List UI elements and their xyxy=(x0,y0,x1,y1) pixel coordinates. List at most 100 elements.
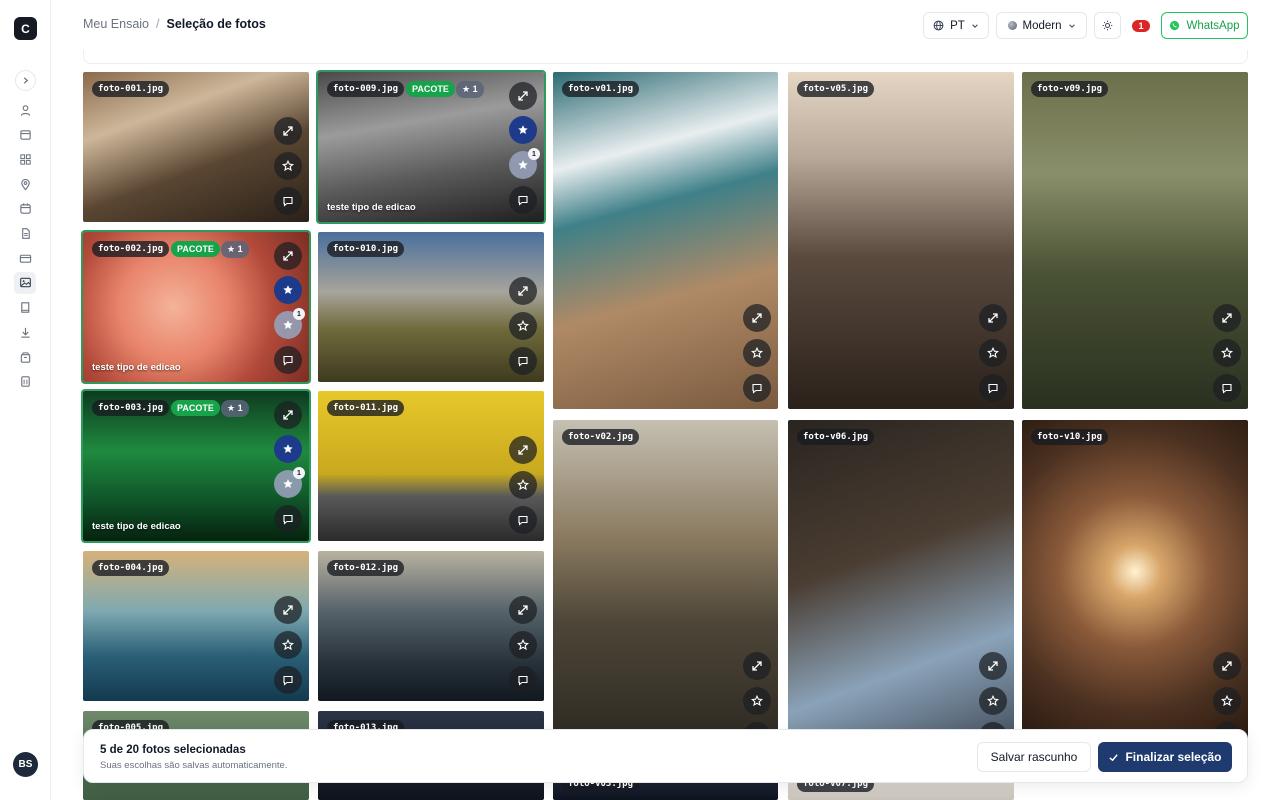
expand-button[interactable] xyxy=(274,117,302,145)
sidebar-item-calendar[interactable] xyxy=(14,124,36,146)
extra-star-button[interactable]: 1 xyxy=(274,308,305,339)
favorite-button[interactable] xyxy=(509,631,537,659)
expand-button[interactable] xyxy=(979,304,1007,332)
theme-dot-icon xyxy=(1007,21,1017,30)
extra-star-count: 1 xyxy=(528,148,540,160)
globe-icon xyxy=(933,20,944,31)
expand-button[interactable] xyxy=(274,596,302,624)
language-select[interactable]: PT xyxy=(923,12,989,39)
comment-button[interactable] xyxy=(509,506,537,534)
user-icon xyxy=(20,104,30,116)
favorite-button[interactable] xyxy=(274,631,302,659)
theme-toggle-button[interactable] xyxy=(1094,12,1121,39)
expand-icon xyxy=(283,251,293,261)
photo-tile[interactable]: foto-v09.jpg xyxy=(1022,72,1248,409)
photo-filename: foto-002.jpg xyxy=(92,241,170,257)
photo-tile[interactable]: foto-v06.jpg xyxy=(788,420,1014,757)
favorite-button[interactable] xyxy=(274,276,302,304)
sidebar-item-credit-card[interactable] xyxy=(14,247,36,269)
favorite-button[interactable] xyxy=(274,152,302,180)
user-avatar[interactable]: BS xyxy=(13,752,38,777)
expand-button[interactable] xyxy=(274,242,302,270)
sidebar-item-user[interactable] xyxy=(14,99,36,121)
comment-button[interactable] xyxy=(274,505,302,533)
photo-tile[interactable]: foto-v10.jpg xyxy=(1022,420,1248,757)
photo-tile[interactable]: foto-v05.jpg xyxy=(788,72,1014,409)
sidebar-item-map-pin[interactable] xyxy=(14,173,36,195)
comment-button[interactable] xyxy=(509,347,537,375)
favorite-button[interactable] xyxy=(1213,687,1241,715)
comment-button[interactable] xyxy=(1213,374,1241,402)
favorite-button[interactable] xyxy=(509,312,537,340)
theme-select[interactable]: Modern xyxy=(996,12,1087,39)
comment-icon xyxy=(518,356,528,367)
notifications-button[interactable]: 1 xyxy=(1128,12,1154,39)
edit-type-label: teste tipo de edicao xyxy=(92,521,181,532)
favorite-button[interactable] xyxy=(509,116,537,144)
favorite-button[interactable] xyxy=(274,435,302,463)
photo-tile[interactable]: foto-002.jpg PACOTE ★ 1 1 teste tipo de edic… xyxy=(83,232,309,382)
favorite-button[interactable] xyxy=(509,471,537,499)
photo-tile[interactable]: foto-012.jpg xyxy=(318,551,544,701)
favorite-button[interactable] xyxy=(1213,339,1241,367)
photo-tile[interactable]: foto-011.jpg xyxy=(318,391,544,541)
expand-button[interactable] xyxy=(743,304,771,332)
sidebar-item-grid[interactable] xyxy=(14,148,36,170)
photo-filename: foto-v02.jpg xyxy=(562,429,640,445)
sidebar-item-book[interactable] xyxy=(14,297,36,319)
photo-tile[interactable]: foto-v02.jpg xyxy=(553,420,778,757)
comment-button[interactable] xyxy=(274,187,302,215)
photo-tile[interactable]: foto-003.jpg PACOTE ★ 1 1 teste tipo de edic… xyxy=(83,391,309,541)
app-logo[interactable]: C xyxy=(14,17,37,40)
comment-button[interactable] xyxy=(274,666,302,694)
sidebar-item-image[interactable] xyxy=(14,271,36,294)
finalize-selection-button[interactable]: Finalizar seleção xyxy=(1098,742,1232,772)
extra-star-button[interactable]: 1 xyxy=(274,467,305,498)
extra-star-button[interactable]: 1 xyxy=(509,148,540,179)
save-draft-button[interactable]: Salvar rascunho xyxy=(977,742,1091,772)
photo-filename: foto-v09.jpg xyxy=(1031,81,1109,97)
photo-tile[interactable]: foto-009.jpg PACOTE ★ 1 1 teste tipo de edic… xyxy=(318,72,544,222)
comment-button[interactable] xyxy=(509,186,537,214)
favorite-button[interactable] xyxy=(979,687,1007,715)
sidebar-item-building[interactable] xyxy=(14,371,36,393)
expand-button[interactable] xyxy=(509,596,537,624)
expand-button[interactable] xyxy=(509,436,537,464)
whatsapp-button[interactable]: WhatsApp xyxy=(1161,12,1248,39)
comment-button[interactable] xyxy=(509,666,537,694)
breadcrumb: Meu Ensaio / Seleção de fotos xyxy=(83,17,266,31)
comment-button[interactable] xyxy=(274,346,302,374)
favorite-button[interactable] xyxy=(743,339,771,367)
star-icon xyxy=(751,347,763,359)
sun-icon xyxy=(1102,20,1113,31)
sidebar-item-download[interactable] xyxy=(14,321,36,343)
favorite-button[interactable] xyxy=(979,339,1007,367)
expand-button[interactable] xyxy=(1213,304,1241,332)
comment-button[interactable] xyxy=(743,374,771,402)
expand-button[interactable] xyxy=(509,277,537,305)
photo-tile[interactable]: foto-001.jpg xyxy=(83,72,309,222)
comment-button[interactable] xyxy=(979,374,1007,402)
expand-icon xyxy=(518,286,528,296)
comment-icon xyxy=(283,675,293,686)
comment-icon xyxy=(283,514,293,525)
sidebar-expand-button[interactable] xyxy=(15,70,36,91)
sidebar-item-package[interactable] xyxy=(14,346,36,368)
edit-type-label: teste tipo de edicao xyxy=(327,202,416,213)
expand-icon xyxy=(518,445,528,455)
selection-count: 5 de 20 fotos selecionadas xyxy=(100,744,246,756)
breadcrumb-parent[interactable]: Meu Ensaio xyxy=(83,17,149,31)
expand-icon xyxy=(752,313,762,323)
expand-button[interactable] xyxy=(979,652,1007,680)
photo-tile[interactable]: foto-004.jpg xyxy=(83,551,309,701)
expand-button[interactable] xyxy=(743,652,771,680)
sidebar-item-calendar-alt[interactable] xyxy=(14,198,36,220)
photo-tile[interactable]: foto-010.jpg xyxy=(318,232,544,382)
calendar-icon xyxy=(19,130,31,140)
expand-button[interactable] xyxy=(274,401,302,429)
sidebar-item-file[interactable] xyxy=(14,223,36,245)
expand-button[interactable] xyxy=(1213,652,1241,680)
favorite-button[interactable] xyxy=(743,687,771,715)
photo-tile[interactable]: foto-v01.jpg xyxy=(553,72,778,409)
expand-button[interactable] xyxy=(509,82,537,110)
